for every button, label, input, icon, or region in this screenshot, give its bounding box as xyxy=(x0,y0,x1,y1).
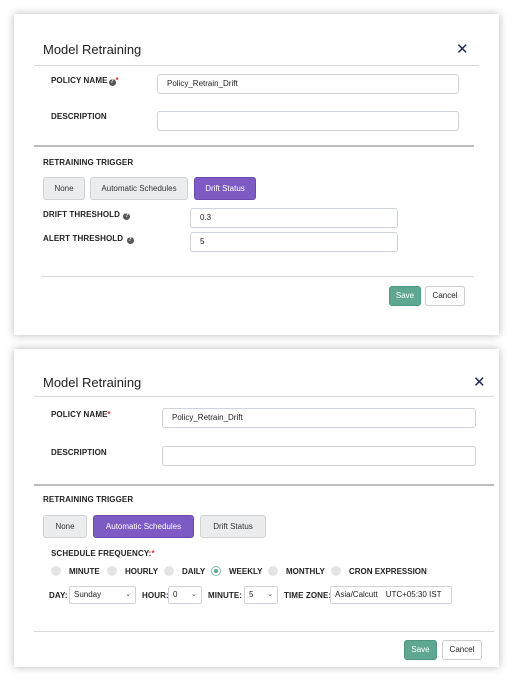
section-divider xyxy=(34,145,474,147)
policy-name-label: POLICY NAME? * xyxy=(51,76,119,86)
description-input[interactable] xyxy=(157,111,459,131)
frequency-radio-cron[interactable] xyxy=(331,566,341,576)
trigger-drift-status-button[interactable]: Drift Status xyxy=(200,515,266,538)
frequency-radio-hourly[interactable] xyxy=(107,566,117,576)
frequency-radio-minute[interactable] xyxy=(51,566,61,576)
description-input[interactable] xyxy=(162,446,476,466)
alert-threshold-input[interactable]: 5 xyxy=(190,232,398,252)
cancel-button[interactable]: Cancel xyxy=(442,640,482,660)
close-icon[interactable]: ✕ xyxy=(456,42,469,57)
description-label: DESCRIPTION xyxy=(51,112,107,121)
save-button[interactable]: Save xyxy=(404,640,437,660)
day-label: DAY: xyxy=(49,591,68,600)
cancel-button[interactable]: Cancel xyxy=(425,286,465,306)
footer-divider xyxy=(41,276,474,277)
help-circle-icon[interactable]: ? xyxy=(126,237,134,244)
chevron-down-icon: ⌄ xyxy=(191,591,197,598)
trigger-automatic-schedules-button[interactable]: Automatic Schedules xyxy=(90,177,188,200)
frequency-radio-daily[interactable] xyxy=(164,566,174,576)
alert-threshold-label: ALERT THRESHOLD ? xyxy=(43,234,134,244)
frequency-radio-weekly[interactable] xyxy=(211,566,221,576)
chevron-down-icon: ⌄ xyxy=(267,591,273,598)
trigger-drift-status-button[interactable]: Drift Status xyxy=(194,177,256,200)
retraining-trigger-label: RETRAINING TRIGGER xyxy=(43,495,134,504)
policy-name-label: POLICY NAME* xyxy=(51,410,111,419)
section-divider xyxy=(34,484,494,486)
frequency-label-minute: MINUTE xyxy=(69,567,100,576)
retraining-dialog-drift: Model Retraining ✕ POLICY NAME? * Policy_… xyxy=(14,14,499,335)
trigger-none-button[interactable]: None xyxy=(43,177,85,200)
frequency-label-hourly: HOURLY xyxy=(125,567,159,576)
dialog-title: Model Retraining xyxy=(43,375,142,390)
drift-threshold-input[interactable]: 0.3 xyxy=(190,208,398,228)
description-label: DESCRIPTION xyxy=(51,448,107,457)
close-icon[interactable]: ✕ xyxy=(473,375,486,390)
frequency-radio-monthly[interactable] xyxy=(268,566,278,576)
hour-label: HOUR: xyxy=(142,591,169,600)
dialog-title: Model Retraining xyxy=(43,42,142,57)
frequency-label-cron: CRON EXPRESSION xyxy=(349,567,427,576)
time-zone-label: TIME ZONE: xyxy=(284,591,332,600)
retraining-dialog-schedules: Model Retraining ✕ POLICY NAME* Policy_R… xyxy=(14,349,499,667)
policy-name-input[interactable]: Policy_Retrain_Drift xyxy=(157,74,459,94)
day-select[interactable]: Sunday ⌄ xyxy=(69,586,136,604)
hour-select[interactable]: 0 ⌄ xyxy=(168,586,202,604)
time-zone-select[interactable]: Asia/Calcutt UTC+05:30 IST xyxy=(330,586,452,604)
frequency-label-daily: DAILY xyxy=(182,567,206,576)
trigger-automatic-schedules-button[interactable]: Automatic Schedules xyxy=(93,515,194,538)
help-circle-icon[interactable]: ? xyxy=(108,79,116,86)
save-button[interactable]: Save xyxy=(389,286,421,306)
footer-divider xyxy=(34,631,494,632)
trigger-none-button[interactable]: None xyxy=(43,515,87,538)
schedule-frequency-label: SCHEDULE FREQUENCY:* xyxy=(51,549,155,558)
divider xyxy=(34,65,479,66)
minute-select[interactable]: 5 ⌄ xyxy=(244,586,278,604)
divider xyxy=(34,396,494,397)
retraining-trigger-label: RETRAINING TRIGGER xyxy=(43,158,134,167)
time-zone-offset: UTC+05:30 IST xyxy=(385,590,442,599)
drift-threshold-label: DRIFT THRESHOLD ? xyxy=(43,210,131,220)
frequency-label-monthly: MONTHLY xyxy=(286,567,325,576)
frequency-label-weekly: WEEKLY xyxy=(229,567,263,576)
help-circle-icon[interactable]: ? xyxy=(123,213,131,220)
minute-label: MINUTE: xyxy=(208,591,243,600)
policy-name-input[interactable]: Policy_Retrain_Drift xyxy=(162,408,476,428)
chevron-down-icon: ⌄ xyxy=(125,591,131,598)
